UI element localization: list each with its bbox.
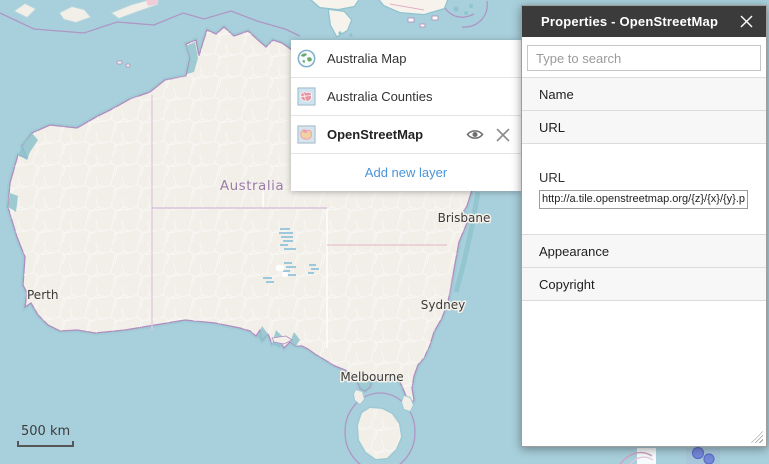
properties-panel: Properties - OpenStreetMap Name URL URL … <box>521 5 767 447</box>
city-label-melbourne: Melbourne <box>340 370 403 384</box>
country-label: Australia <box>220 178 284 194</box>
scale-bar: 500 km <box>17 424 74 447</box>
url-field-label: URL <box>539 170 748 185</box>
url-field-input[interactable] <box>539 190 748 209</box>
layer-row-australia-counties[interactable]: Australia Counties <box>291 78 521 116</box>
section-copyright-label: Copyright <box>539 277 595 292</box>
properties-panel-body <box>522 300 766 446</box>
osm-thumbnail-icon <box>297 125 316 144</box>
counties-thumbnail-icon <box>297 87 316 106</box>
section-appearance[interactable]: Appearance <box>522 234 766 267</box>
scale-bar-line <box>17 441 74 447</box>
add-new-layer-button[interactable]: Add new layer <box>365 165 447 180</box>
search-area <box>522 37 766 77</box>
resize-handle[interactable] <box>751 431 763 443</box>
section-name-label: Name <box>539 87 574 102</box>
city-label-brisbane: Brisbane <box>438 211 491 225</box>
layer-remove-icon[interactable] <box>495 127 511 143</box>
section-appearance-label: Appearance <box>539 244 609 259</box>
search-input[interactable] <box>527 45 761 71</box>
layers-panel: Australia Map Australia Counties OpenStr… <box>291 40 521 191</box>
layer-visibility-eye-icon[interactable] <box>466 128 484 141</box>
city-label-sydney: Sydney <box>421 298 465 312</box>
properties-panel-title: Properties - OpenStreetMap <box>541 14 718 29</box>
layer-row-openstreetmap[interactable]: OpenStreetMap <box>291 116 521 154</box>
section-name[interactable]: Name <box>522 77 766 110</box>
properties-panel-header: Properties - OpenStreetMap <box>522 6 766 37</box>
add-layer-row: Add new layer <box>291 154 521 191</box>
globe-icon <box>297 49 316 68</box>
close-icon[interactable] <box>739 14 754 29</box>
section-copyright[interactable]: Copyright <box>522 267 766 300</box>
layer-label: Australia Map <box>327 51 406 66</box>
layer-label: Australia Counties <box>327 89 433 104</box>
section-url[interactable]: URL <box>522 110 766 143</box>
layer-row-australia-map[interactable]: Australia Map <box>291 40 521 78</box>
city-label-perth: Perth <box>27 288 58 302</box>
url-section-content: URL <box>522 143 766 234</box>
scale-bar-label: 500 km <box>21 424 74 439</box>
layer-label: OpenStreetMap <box>327 127 423 142</box>
section-url-label: URL <box>539 120 565 135</box>
